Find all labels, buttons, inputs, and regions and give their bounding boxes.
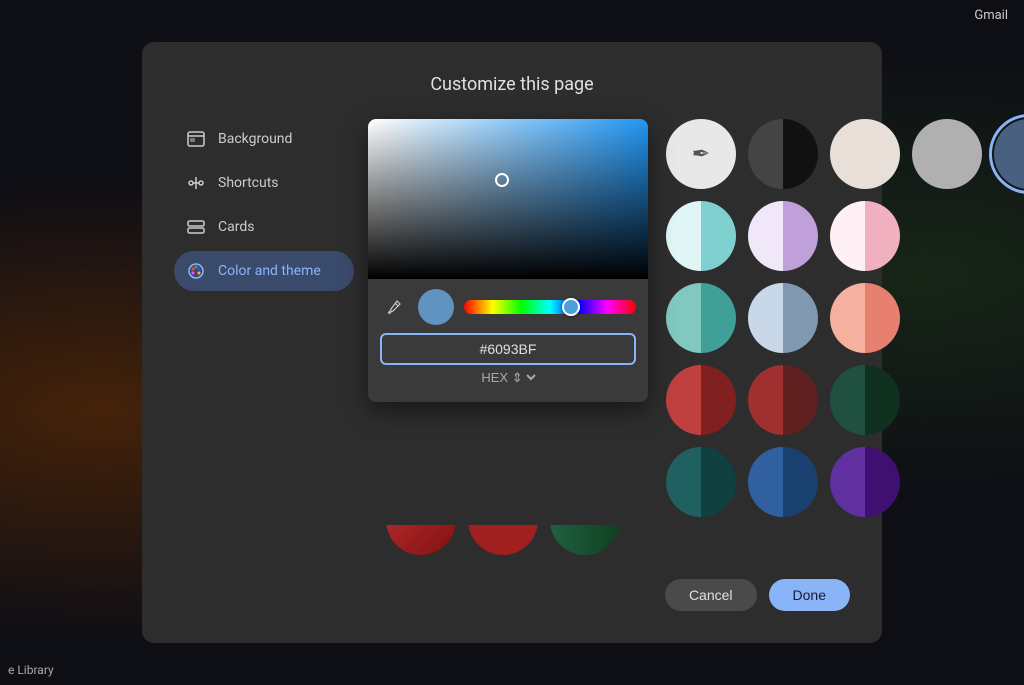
color-circle-gray[interactable] [912, 119, 982, 189]
library-label: e Library [8, 663, 54, 677]
hex-format-select[interactable]: HEX ⇕ RGB HSL [477, 369, 539, 386]
color-circle-teal[interactable] [666, 283, 736, 353]
color-preview-swatch [418, 289, 454, 325]
sidebar-item-shortcuts[interactable]: Shortcuts [174, 163, 354, 203]
done-button[interactable]: Done [769, 579, 850, 611]
hex-input[interactable] [380, 333, 636, 365]
custom-color-circle[interactable]: ✒ [666, 119, 736, 189]
gradient-cursor[interactable] [495, 173, 509, 187]
customize-modal: Customize this page Background [142, 42, 882, 643]
color-circle-red-darker[interactable] [748, 365, 818, 435]
sidebar-shortcuts-label: Shortcuts [218, 175, 279, 191]
modal-body: Background Shortcuts [174, 119, 850, 555]
cancel-button[interactable]: Cancel [665, 579, 757, 611]
sidebar-color-theme-label: Color and theme [218, 263, 321, 279]
color-circles-grid: ✒ ✓ [658, 119, 1024, 271]
modal-footer: Cancel Done [174, 579, 850, 611]
color-circle-light-warm[interactable] [830, 119, 900, 189]
sidebar: Background Shortcuts [174, 119, 354, 555]
color-circle-dark-half[interactable] [748, 119, 818, 189]
color-gradient-box[interactable] [368, 119, 648, 279]
color-circles-row3 [658, 365, 1024, 435]
sidebar-item-color-theme[interactable]: Color and theme [174, 251, 354, 291]
partial-circle-red[interactable] [386, 525, 456, 555]
color-circle-cyan-light[interactable] [666, 201, 736, 271]
color-circles-row4 [658, 447, 1024, 517]
color-circle-bluegray-light[interactable] [748, 283, 818, 353]
picker-controls [368, 279, 648, 325]
partial-circle-darkred[interactable] [468, 525, 538, 555]
hex-format-row: HEX ⇕ RGB HSL [368, 365, 648, 386]
sidebar-cards-label: Cards [218, 219, 254, 235]
sidebar-item-background[interactable]: Background [174, 119, 354, 159]
sidebar-item-cards[interactable]: Cards [174, 207, 354, 247]
color-circle-purple-light[interactable] [748, 201, 818, 271]
hex-input-row [368, 325, 648, 365]
partial-circle-darkgreen[interactable] [550, 525, 620, 555]
sidebar-background-label: Background [218, 131, 292, 147]
bottom-partial-circles [378, 525, 1024, 555]
shortcuts-icon [186, 173, 206, 193]
eyedropper-button[interactable] [380, 293, 408, 321]
color-circles-row2 [658, 283, 1024, 353]
color-circle-blue-dark[interactable]: ✓ [994, 119, 1024, 189]
color-circle-teal-dark[interactable] [666, 447, 736, 517]
color-picker-popup: HEX ⇕ RGB HSL [368, 119, 648, 402]
palette-icon [186, 261, 206, 281]
cards-icon [186, 217, 206, 237]
color-circle-green-dark[interactable] [830, 365, 900, 435]
color-circle-purple-dark[interactable] [830, 447, 900, 517]
color-circle-red-dark2[interactable] [666, 365, 736, 435]
modal-title: Customize this page [174, 74, 850, 95]
eyedropper-icon: ✒ [692, 142, 710, 167]
modal-backdrop: Customize this page Background [0, 0, 1024, 685]
color-circle-blue-mid[interactable] [748, 447, 818, 517]
background-icon [186, 129, 206, 149]
app-title: Gmail [974, 8, 1008, 23]
color-circle-pink-light[interactable] [830, 201, 900, 271]
color-circle-salmon[interactable] [830, 283, 900, 353]
content-area: HEX ⇕ RGB HSL ✒ [378, 119, 1024, 555]
hue-slider[interactable] [464, 300, 636, 314]
hue-thumb[interactable] [562, 298, 580, 316]
